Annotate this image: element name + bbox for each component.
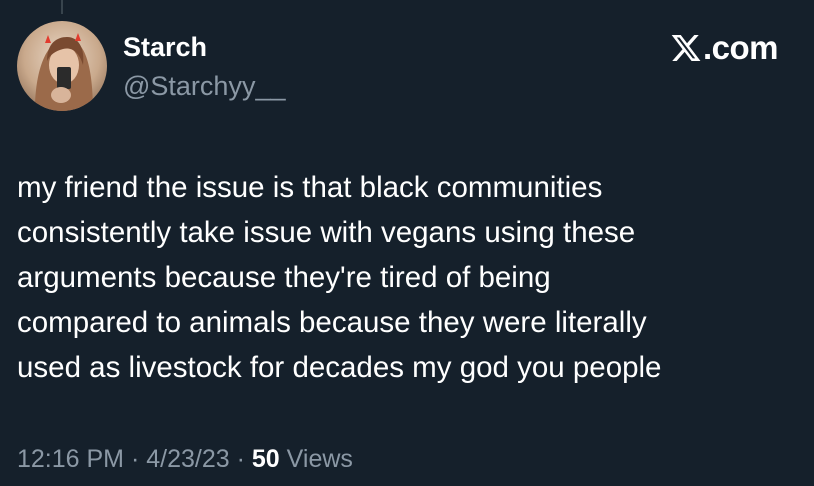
x-logo-icon (671, 35, 701, 61)
meta-separator: · (130, 445, 140, 473)
brand-mark: .com (670, 29, 779, 67)
views-label[interactable]: Views (287, 445, 353, 473)
meta-separator: · (236, 445, 245, 473)
tweet-text-line: used as livestock for decades my god you… (17, 351, 662, 384)
author-handle[interactable]: @Starchyy__ (123, 70, 285, 102)
user-avatar-photo-icon (17, 21, 107, 111)
author-display-name[interactable]: Starch (123, 31, 207, 63)
avatar[interactable] (17, 21, 107, 111)
tweet-meta: 12:16 PM · 4/23/23 · 50 Views (17, 443, 353, 475)
tweet-text-line: compared to animals because they were li… (17, 306, 647, 339)
tweet-time[interactable]: 12:16 PM (17, 445, 124, 473)
tweet-text: my friend the issue is that black commun… (17, 165, 797, 390)
tweet-text-line: my friend the issue is that black commun… (17, 171, 603, 204)
views-count[interactable]: 50 (252, 445, 280, 473)
tweet-text-line: consistently take issue with vegans usin… (17, 216, 636, 249)
brand-domain-text: .com (702, 29, 779, 66)
tweet-text-line: arguments because they're tired of being (17, 261, 551, 294)
tweet-date[interactable]: 4/23/23 (146, 445, 229, 473)
thread-connector-line (61, 0, 63, 14)
